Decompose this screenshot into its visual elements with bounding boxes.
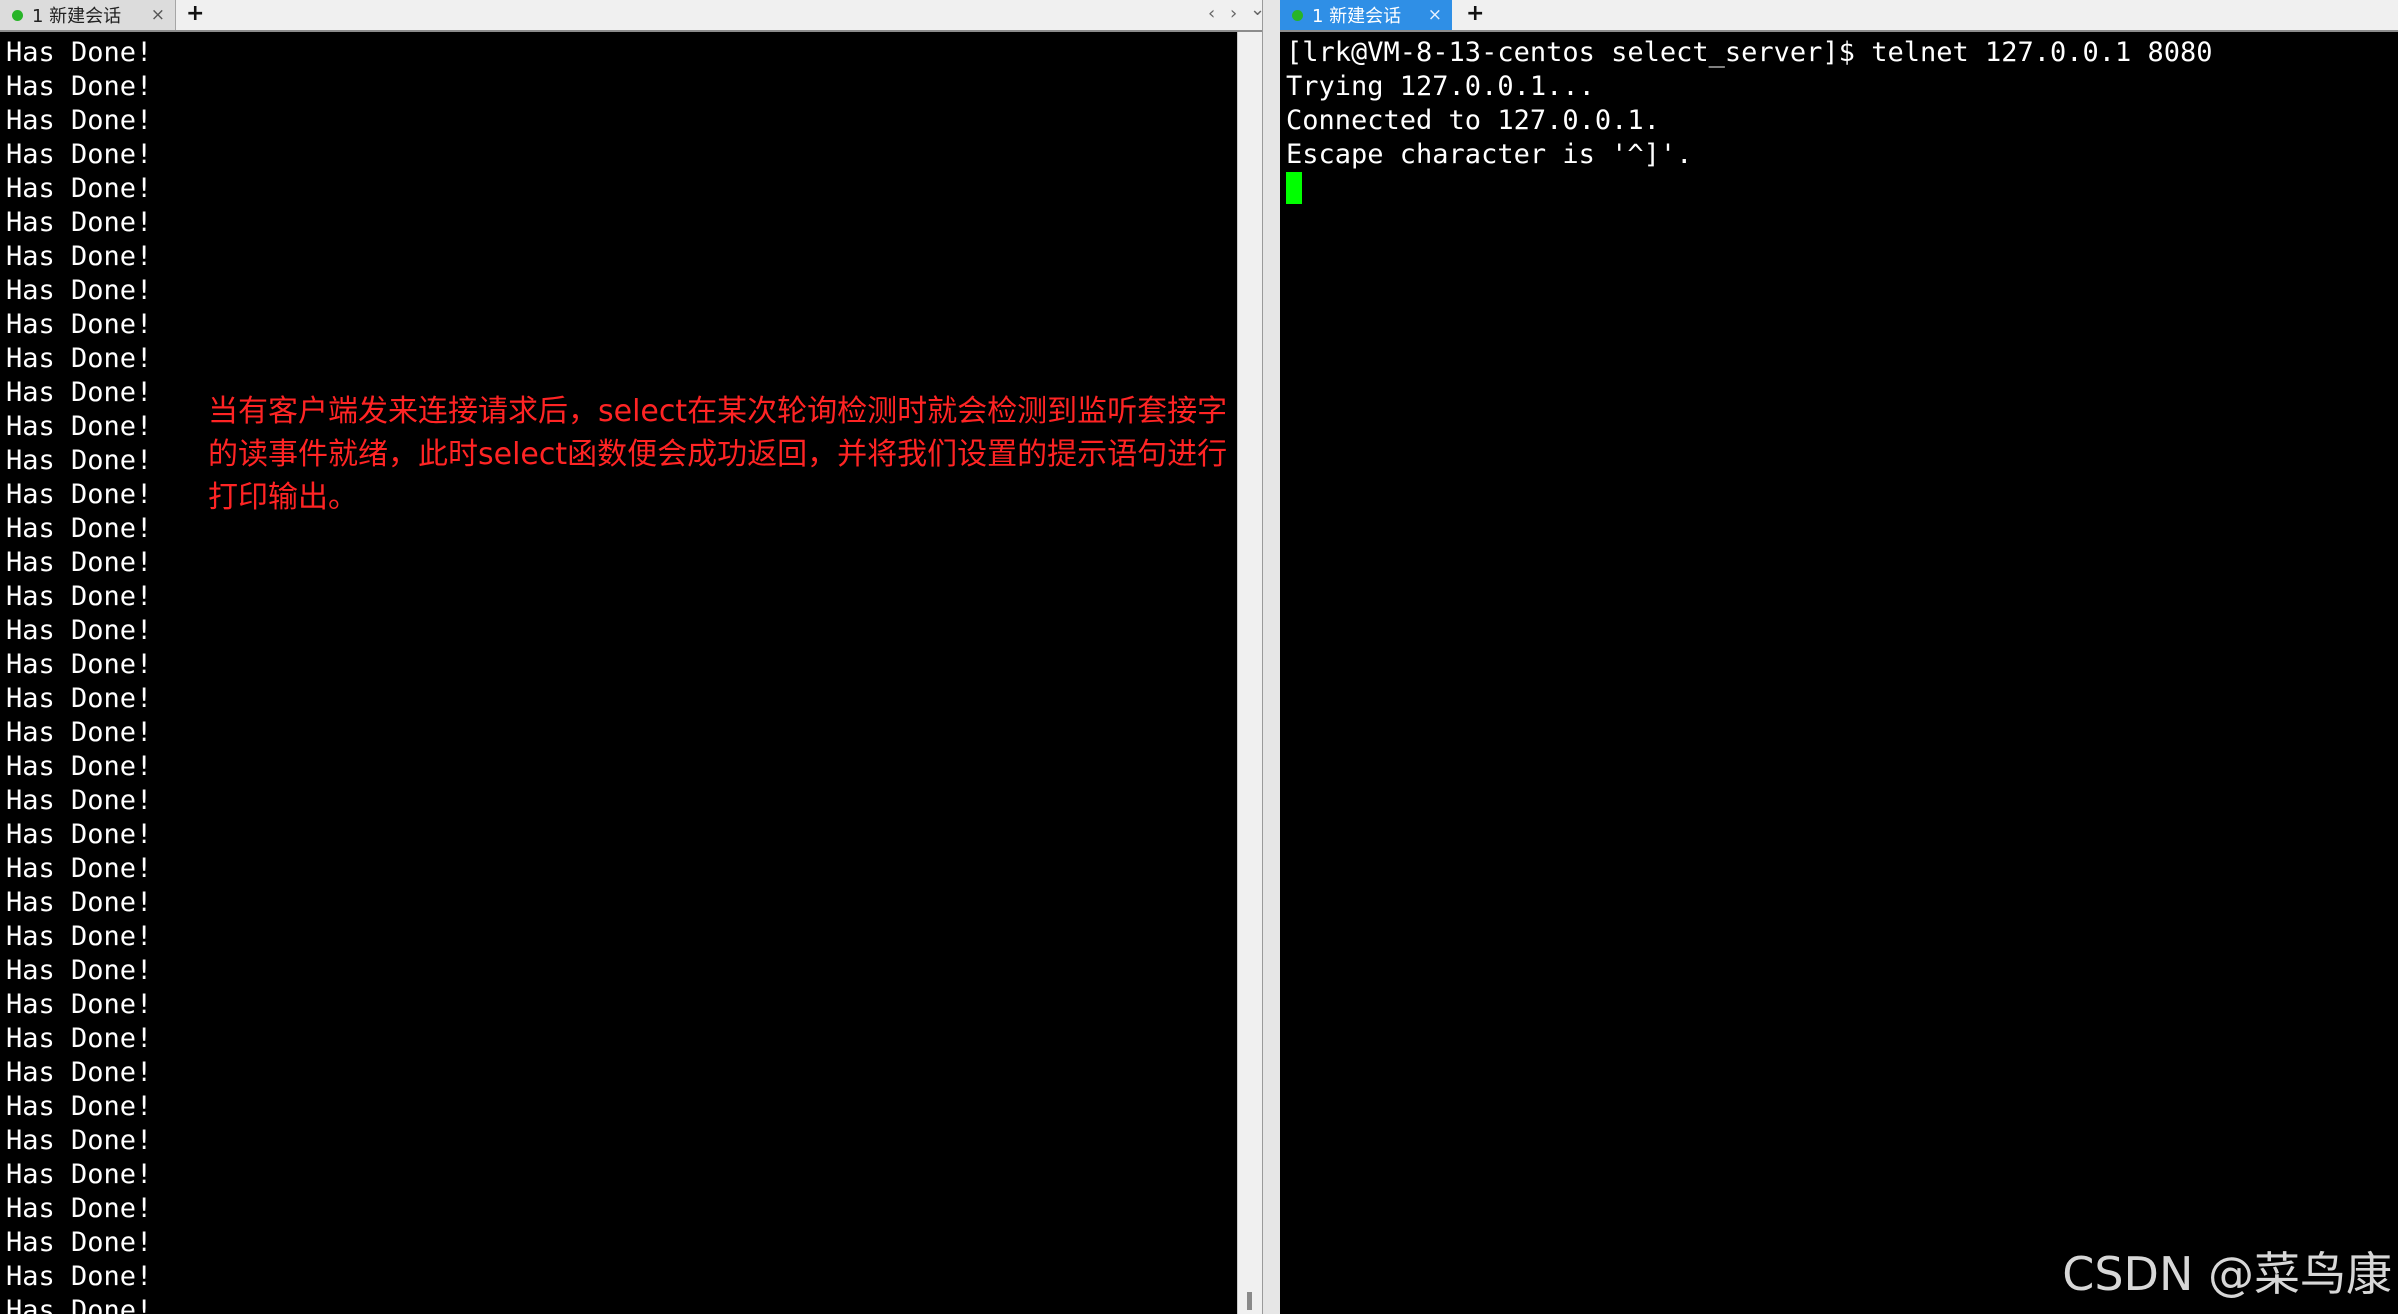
terminal-line: Has Done! [6, 1125, 153, 1156]
terminal-line: Has Done! [6, 649, 153, 680]
terminal-line: Has Done! [6, 343, 153, 374]
terminal-line: Has Done! [6, 1023, 153, 1054]
close-icon[interactable]: × [1428, 5, 1442, 25]
terminal-line: Connected to 127.0.0.1. [1286, 105, 1660, 136]
terminal-line: Has Done! [6, 1193, 153, 1224]
left-session-pane: 1 新建会话 × + ‹ › ⌄ Has Done! Has Done! Has D… [0, 0, 1262, 1314]
add-tab-button[interactable]: + [1466, 0, 1484, 30]
terminal-line: Has Done! [6, 921, 153, 952]
tab-label: 1 新建会话 [1312, 6, 1402, 27]
terminal-line: Has Done! [6, 683, 153, 714]
connection-status-icon [1292, 9, 1303, 21]
terminal-line: Has Done! [6, 1227, 153, 1258]
terminal-line: Has Done! [6, 105, 153, 136]
terminal-line: Has Done! [6, 1295, 153, 1314]
scrollbar-thumb[interactable] [1247, 1292, 1252, 1310]
terminal-line: Has Done! [6, 1159, 153, 1190]
terminal-line: Has Done! [6, 819, 153, 850]
left-tab-bar: 1 新建会话 × + ‹ › ⌄ [0, 0, 1262, 32]
close-icon[interactable]: × [151, 5, 165, 25]
terminal-line: Escape character is '^]'. [1286, 139, 1693, 170]
terminal-line: Has Done! [6, 71, 153, 102]
terminal-line: Has Done! [6, 717, 153, 748]
terminal-line: Has Done! [6, 547, 153, 578]
terminal-line: Has Done! [6, 1261, 153, 1292]
terminal-line: Has Done! [6, 887, 153, 918]
terminal-line: Has Done! [6, 309, 153, 340]
terminal-line: Has Done! [6, 241, 153, 272]
terminal-line: Has Done! [6, 785, 153, 816]
terminal-line: Has Done! [6, 1091, 153, 1122]
annotation-text: 当有客户端发来连接请求后，select在某次轮询检测时就会检测到监听套接字的读事… [208, 394, 1228, 515]
terminal-line: Trying 127.0.0.1... [1286, 71, 1595, 102]
text-cursor [1286, 172, 1302, 204]
tab-label: 1 新建会话 [32, 6, 122, 27]
watermark: CSDN @菜鸟康 [2062, 1247, 2392, 1301]
chevron-left-icon[interactable]: ‹ [1208, 0, 1215, 30]
chevron-down-icon[interactable]: ⌄ [1250, 0, 1262, 26]
terminal-line: Has Done! [6, 139, 153, 170]
terminal-line: Has Done! [6, 751, 153, 782]
prompt-line [1286, 172, 2398, 206]
terminal-line: Has Done! [6, 853, 153, 884]
terminal-line: Has Done! [6, 581, 153, 612]
terminal-line: [lrk@VM-8-13-centos select_server]$ teln… [1286, 37, 2213, 68]
terminal-line: Has Done! [6, 37, 153, 68]
terminal-scrollbar[interactable] [1237, 32, 1262, 1314]
terminal-line: Has Done! [6, 173, 153, 204]
add-tab-button[interactable]: + [186, 0, 204, 30]
pane-splitter[interactable] [1262, 0, 1282, 1314]
terminal-line: Has Done! [6, 1057, 153, 1088]
right-tab-bar: 1 新建会话 × + [1280, 0, 2398, 32]
terminal-line: Has Done! [6, 615, 153, 646]
terminal-line: Has Done! [6, 989, 153, 1020]
tab-left-session[interactable]: 1 新建会话 × [0, 0, 176, 30]
left-terminal-output[interactable]: Has Done! Has Done! Has Done! Has Done! Has … [0, 32, 1238, 1314]
tab-right-session[interactable]: 1 新建会话 × [1280, 0, 1452, 30]
terminal-line: Has Done! [6, 207, 153, 238]
terminal-line: Has Done! [6, 955, 153, 986]
connection-status-icon [12, 9, 23, 21]
right-terminal-output[interactable]: [lrk@VM-8-13-centos select_server]$ teln… [1280, 32, 2398, 1314]
terminal-line: Has Done! [6, 275, 153, 306]
chevron-right-icon[interactable]: › [1230, 0, 1237, 30]
right-session-pane: 1 新建会话 × + [lrk@VM-8-13-centos select_se… [1280, 0, 2398, 1314]
